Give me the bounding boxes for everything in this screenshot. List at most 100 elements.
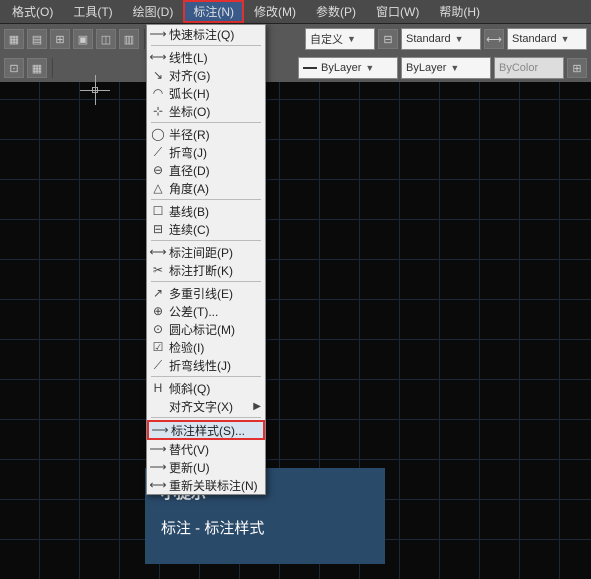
menu-item[interactable]: ⟷重新关联标注(N) — [147, 476, 265, 494]
menu-item[interactable]: ⊕公差(T)... — [147, 302, 265, 320]
menu-label: 快速标注(Q) — [169, 26, 265, 43]
menu-item[interactable]: ⊙圆心标记(M) — [147, 320, 265, 338]
separator — [144, 29, 145, 49]
toolbar-icon[interactable]: ⊞ — [50, 29, 70, 49]
menu-label: 半径(R) — [169, 126, 265, 143]
menu-label: 多重引线(E) — [169, 285, 265, 302]
menu-item[interactable]: ⟶快速标注(Q) — [147, 25, 265, 43]
combo-bycolor[interactable]: ByColor — [494, 57, 564, 79]
menu-item[interactable]: ⟶标注样式(S)... — [147, 420, 265, 440]
menu-icon: ↘ — [147, 68, 169, 82]
menu-item[interactable]: ⟷线性(L) — [147, 48, 265, 66]
menu-item[interactable]: ⟶更新(U) — [147, 458, 265, 476]
menu-label: 替代(V) — [169, 441, 265, 458]
menu-item[interactable]: ⊹坐标(O) — [147, 102, 265, 120]
menu-icon: ⟶ — [147, 27, 169, 41]
menu-label: 倾斜(Q) — [169, 380, 265, 397]
menu-label: 线性(L) — [169, 49, 265, 66]
caret-icon: ▼ — [455, 34, 464, 44]
menu-icon: ⊹ — [147, 104, 169, 118]
menu-label: 对齐文字(X) — [169, 398, 253, 415]
toolbar-icon[interactable]: ▣ — [73, 29, 93, 49]
menu-icon: ↗ — [147, 286, 169, 300]
menu-绘图(D)[interactable]: 绘图(D) — [123, 0, 184, 23]
menubar: 格式(O)工具(T)绘图(D)标注(N)修改(M)参数(P)窗口(W)帮助(H) — [0, 0, 591, 24]
menu-label: 重新关联标注(N) — [169, 477, 265, 494]
menu-item[interactable]: ↗多重引线(E) — [147, 284, 265, 302]
menu-item[interactable]: ◠弧长(H) — [147, 84, 265, 102]
menu-separator — [151, 281, 261, 282]
menu-item[interactable]: ↘对齐(G) — [147, 66, 265, 84]
menu-icon: △ — [147, 181, 169, 195]
combo-label: ByLayer — [321, 62, 361, 74]
combo-standard-2[interactable]: Standard ▼ — [507, 28, 587, 50]
submenu-arrow-icon: ▶ — [253, 401, 265, 412]
menu-标注(N)[interactable]: 标注(N) — [183, 0, 244, 23]
toolbar-icon[interactable]: ▦ — [27, 58, 47, 78]
menu-item[interactable]: 对齐文字(X)▶ — [147, 397, 265, 415]
combo-label: Standard — [512, 33, 557, 45]
menu-icon: ⊖ — [147, 163, 169, 177]
combo-bylayer-2[interactable]: ByLayer ▼ — [401, 57, 491, 79]
menu-label: 弧长(H) — [169, 85, 265, 102]
menu-工具(T)[interactable]: 工具(T) — [63, 0, 122, 23]
menu-label: 折弯线性(J) — [169, 357, 265, 374]
toolbar-icon[interactable]: ▤ — [27, 29, 47, 49]
menu-item[interactable]: ✂标注打断(K) — [147, 261, 265, 279]
combo-bylayer-1[interactable]: ByLayer ▼ — [298, 57, 398, 79]
menu-icon: ◠ — [147, 86, 169, 100]
menu-icon: ⟷ — [147, 50, 169, 64]
caret-icon: ▼ — [365, 63, 374, 73]
menu-icon: ⊕ — [147, 304, 169, 318]
menu-item[interactable]: ☐基线(B) — [147, 202, 265, 220]
menu-item[interactable]: ⟋折弯(J) — [147, 143, 265, 161]
menu-item[interactable]: ⟋折弯线性(J) — [147, 356, 265, 374]
dim-icon[interactable]: ⟷ — [484, 29, 504, 49]
menu-修改(M)[interactable]: 修改(M) — [244, 0, 306, 23]
menu-separator — [151, 199, 261, 200]
menu-icon: ✂ — [147, 263, 169, 277]
combo-label: 自定义 — [310, 31, 343, 47]
menu-item[interactable]: ⟶替代(V) — [147, 440, 265, 458]
menu-格式(O)[interactable]: 格式(O) — [2, 0, 63, 23]
toolbar-icon[interactable]: ⊞ — [567, 58, 587, 78]
menu-icon: ⟷ — [147, 478, 169, 492]
combo-custom[interactable]: 自定义 ▼ — [305, 28, 375, 50]
menu-icon: ⟶ — [147, 442, 169, 456]
menu-label: 直径(D) — [169, 162, 265, 179]
menu-item[interactable]: ⊖直径(D) — [147, 161, 265, 179]
toolbar-icon[interactable]: ◫ — [96, 29, 116, 49]
tip-body: 标注 - 标注样式 — [161, 517, 369, 538]
menu-item[interactable]: ⟷标注间距(P) — [147, 243, 265, 261]
combo-label: ByColor — [499, 62, 538, 74]
menu-label: 连续(C) — [169, 221, 265, 238]
menu-label: 坐标(O) — [169, 103, 265, 120]
menu-item[interactable]: ☑检验(I) — [147, 338, 265, 356]
menu-icon: ⟶ — [147, 460, 169, 474]
menu-icon: ☐ — [147, 204, 169, 218]
menu-icon: ⟷ — [147, 245, 169, 259]
menu-label: 圆心标记(M) — [169, 321, 265, 338]
menu-item[interactable]: ⊟连续(C) — [147, 220, 265, 238]
menu-separator — [151, 122, 261, 123]
combo-label: Standard — [406, 33, 451, 45]
menu-item[interactable]: ◯半径(R) — [147, 125, 265, 143]
toolbar-icon[interactable]: ▥ — [119, 29, 139, 49]
layer-icon[interactable]: ⊟ — [378, 29, 398, 49]
menu-separator — [151, 45, 261, 46]
menu-item[interactable]: △角度(A) — [147, 179, 265, 197]
menu-窗口(W)[interactable]: 窗口(W) — [366, 0, 429, 23]
toolbar-icon[interactable]: ⊡ — [4, 58, 24, 78]
caret-icon: ▼ — [450, 63, 459, 73]
menu-label: 标注打断(K) — [169, 262, 265, 279]
menu-帮助(H)[interactable]: 帮助(H) — [429, 0, 490, 23]
menu-label: 检验(I) — [169, 339, 265, 356]
menu-参数(P)[interactable]: 参数(P) — [306, 0, 366, 23]
toolbar-icon[interactable]: ▦ — [4, 29, 24, 49]
menu-icon: ⟋ — [147, 358, 169, 373]
combo-standard-1[interactable]: Standard ▼ — [401, 28, 481, 50]
menu-item[interactable]: H倾斜(Q) — [147, 379, 265, 397]
menu-icon: ⊟ — [147, 222, 169, 236]
menu-label: 对齐(G) — [169, 67, 265, 84]
menu-icon: ⟋ — [147, 145, 169, 160]
